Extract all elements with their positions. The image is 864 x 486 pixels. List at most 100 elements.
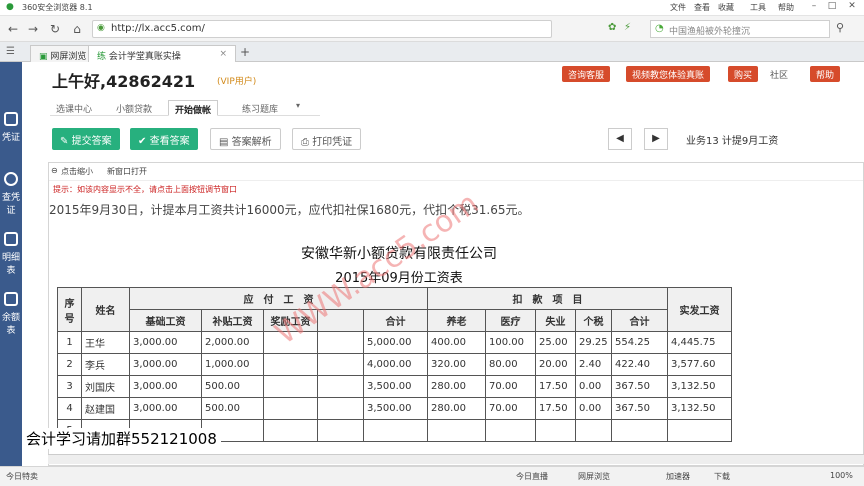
- table-cell[interactable]: 王华: [81, 331, 130, 354]
- search-icon[interactable]: ⚲: [836, 21, 844, 34]
- table-cell[interactable]: [427, 419, 486, 442]
- table-cell[interactable]: [263, 353, 318, 376]
- table-cell[interactable]: 3,000.00: [129, 331, 202, 354]
- subtab-exercises[interactable]: 练习题库: [236, 100, 284, 116]
- zoom-out-icon[interactable]: ⊖: [51, 166, 58, 175]
- table-cell[interactable]: 4,445.75: [667, 331, 732, 354]
- table-cell[interactable]: 1: [57, 331, 82, 354]
- refresh-icon[interactable]: ↻: [46, 20, 64, 38]
- table-cell[interactable]: 320.00: [427, 353, 486, 376]
- minimize-icon[interactable]: –: [806, 1, 822, 14]
- subtab-dropdown-icon[interactable]: ▾: [296, 101, 300, 110]
- menu-tools[interactable]: 工具: [750, 2, 766, 13]
- forward-icon[interactable]: →: [24, 20, 42, 38]
- table-cell[interactable]: [263, 397, 318, 420]
- lightning-icon[interactable]: ⚡: [624, 22, 631, 33]
- zoom-out-link[interactable]: 点击缩小: [61, 166, 93, 177]
- table-cell[interactable]: [317, 397, 364, 420]
- table-cell[interactable]: 1,000.00: [201, 353, 264, 376]
- table-cell[interactable]: 2: [57, 353, 82, 376]
- table-cell[interactable]: 70.00: [485, 375, 536, 398]
- table-cell[interactable]: 2,000.00: [201, 331, 264, 354]
- table-cell[interactable]: [317, 353, 364, 376]
- table-cell[interactable]: 李兵: [81, 353, 130, 376]
- new-tab-button[interactable]: +: [240, 45, 250, 59]
- table-cell[interactable]: 367.50: [611, 375, 668, 398]
- table-cell[interactable]: 3,000.00: [129, 353, 202, 376]
- table-cell[interactable]: 3,132.50: [667, 397, 732, 420]
- new-window-link[interactable]: 新窗口打开: [107, 166, 147, 177]
- table-cell[interactable]: 367.50: [611, 397, 668, 420]
- status-screen[interactable]: 网屏浏览: [578, 471, 610, 482]
- table-cell[interactable]: 赵建国: [81, 397, 130, 420]
- table-cell[interactable]: 刘国庆: [81, 375, 130, 398]
- table-cell[interactable]: 0.00: [575, 397, 612, 420]
- table-cell[interactable]: [317, 375, 364, 398]
- tab-close-icon[interactable]: ×: [219, 49, 227, 59]
- buy-button[interactable]: 购买: [728, 66, 759, 82]
- table-cell[interactable]: 3,500.00: [363, 375, 428, 398]
- print-voucher-button[interactable]: ⎙ 打印凭证: [292, 128, 362, 150]
- table-cell[interactable]: [667, 419, 732, 442]
- answer-analysis-button[interactable]: ▤ 答案解析: [210, 128, 281, 150]
- tab-screen-browse[interactable]: ▣ 网屏浏览: [30, 45, 96, 62]
- nav-query-voucher[interactable]: 查凭证: [0, 166, 22, 226]
- subtab-start[interactable]: 开始做帐: [168, 100, 219, 116]
- table-cell[interactable]: [317, 331, 364, 354]
- back-icon[interactable]: ←: [4, 20, 22, 38]
- next-business-button[interactable]: ▶: [644, 128, 668, 150]
- table-cell[interactable]: 25.00: [535, 331, 576, 354]
- table-cell[interactable]: 4: [57, 397, 82, 420]
- table-cell[interactable]: [263, 419, 318, 442]
- table-cell[interactable]: 0.00: [575, 375, 612, 398]
- table-cell[interactable]: 3,132.50: [667, 375, 732, 398]
- search-input[interactable]: ◔ 中国渔船被外轮撞沉: [650, 20, 830, 38]
- status-left[interactable]: 今日特卖: [6, 471, 38, 482]
- table-cell[interactable]: 280.00: [427, 397, 486, 420]
- table-cell[interactable]: 5,000.00: [363, 331, 428, 354]
- prev-business-button[interactable]: ◀: [608, 128, 632, 150]
- status-accelerator[interactable]: 加速器: [666, 471, 690, 482]
- table-cell[interactable]: 280.00: [427, 375, 486, 398]
- view-answer-button[interactable]: ✔ 查看答案: [130, 128, 198, 150]
- shield-icon[interactable]: ✿: [608, 22, 616, 33]
- table-cell[interactable]: 29.25: [575, 331, 612, 354]
- table-cell[interactable]: 17.50: [535, 397, 576, 420]
- status-live[interactable]: 今日直播: [516, 471, 548, 482]
- nav-detail[interactable]: 明细表: [0, 226, 22, 286]
- table-cell[interactable]: [575, 419, 612, 442]
- tab-accounting[interactable]: 练 会计学堂真账实操 ×: [88, 45, 236, 62]
- nav-voucher[interactable]: 凭证: [0, 106, 22, 166]
- table-cell[interactable]: [263, 375, 318, 398]
- tab-list-icon[interactable]: ☰: [6, 46, 15, 57]
- menu-file[interactable]: 文件: [670, 2, 686, 13]
- menu-help[interactable]: 帮助: [778, 2, 794, 13]
- subtab-course[interactable]: 选课中心: [50, 100, 98, 116]
- table-cell[interactable]: 400.00: [427, 331, 486, 354]
- table-cell[interactable]: 3,000.00: [129, 397, 202, 420]
- table-cell[interactable]: 80.00: [485, 353, 536, 376]
- close-icon[interactable]: ✕: [844, 1, 860, 14]
- table-cell[interactable]: [535, 419, 576, 442]
- nav-balance[interactable]: 余额表: [0, 286, 22, 346]
- maximize-icon[interactable]: □: [824, 1, 840, 14]
- menu-view[interactable]: 查看: [694, 2, 710, 13]
- table-cell[interactable]: 17.50: [535, 375, 576, 398]
- table-cell[interactable]: [363, 419, 428, 442]
- horizontal-scrollbar[interactable]: [48, 454, 864, 464]
- status-download[interactable]: 下载: [714, 471, 730, 482]
- subtab-loan[interactable]: 小额贷款: [110, 100, 158, 116]
- table-cell[interactable]: 3,000.00: [129, 375, 202, 398]
- table-cell[interactable]: 422.40: [611, 353, 668, 376]
- community-link[interactable]: 社区: [770, 68, 788, 81]
- table-cell[interactable]: 3: [57, 375, 82, 398]
- table-cell[interactable]: [317, 419, 364, 442]
- consult-button[interactable]: 咨询客服: [562, 66, 611, 82]
- status-zoom[interactable]: 100%: [830, 471, 853, 480]
- table-cell[interactable]: 100.00: [485, 331, 536, 354]
- table-cell[interactable]: 554.25: [611, 331, 668, 354]
- table-cell[interactable]: [485, 419, 536, 442]
- help-button[interactable]: 帮助: [810, 66, 841, 82]
- table-cell[interactable]: [611, 419, 668, 442]
- table-cell[interactable]: 500.00: [201, 375, 264, 398]
